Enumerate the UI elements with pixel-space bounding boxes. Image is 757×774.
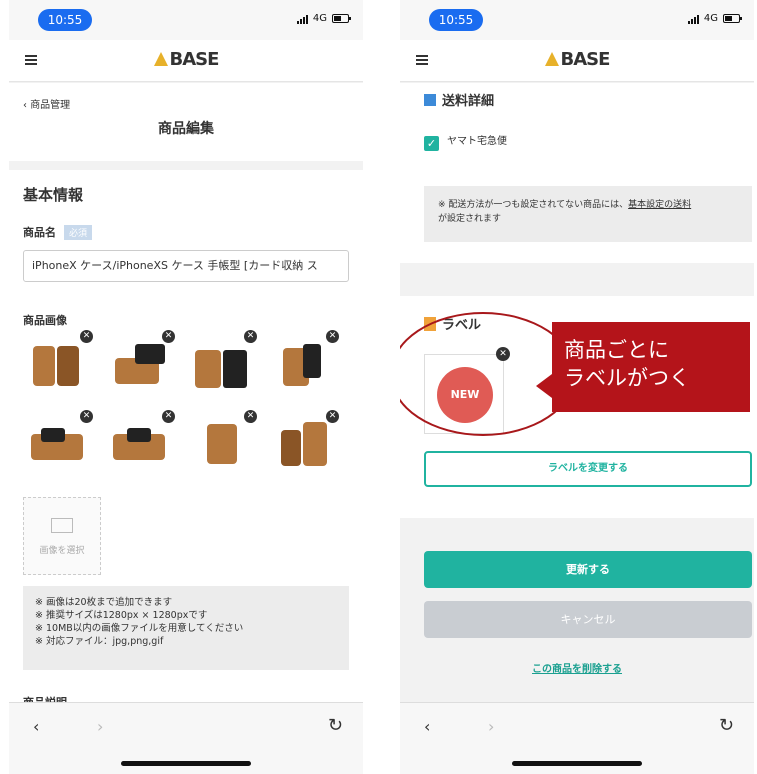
- product-thumbnail[interactable]: ✕: [185, 410, 257, 476]
- status-bar: 10:55 4G: [400, 0, 754, 40]
- close-icon[interactable]: ✕: [80, 330, 93, 343]
- name-label: 商品名 必須: [23, 224, 93, 240]
- signal-indicator: 4G: [296, 13, 351, 24]
- image-icon: [51, 518, 73, 533]
- chevron-left-icon[interactable]: ‹: [424, 717, 430, 736]
- home-indicator[interactable]: [121, 761, 251, 766]
- browser-toolbar: ‹ › ↻: [400, 702, 754, 774]
- close-icon[interactable]: ✕: [244, 330, 257, 343]
- annotation-callout: 商品ごとに ラベルがつく: [536, 322, 750, 412]
- home-indicator[interactable]: [512, 761, 642, 766]
- network-type: 4G: [703, 13, 718, 24]
- checkmark-icon: ✓: [424, 136, 439, 151]
- product-thumbnail[interactable]: ✕: [21, 410, 93, 476]
- close-icon[interactable]: ✕: [244, 410, 257, 423]
- images-label: 商品画像: [23, 314, 67, 327]
- browser-toolbar: ‹ › ↻: [9, 702, 363, 774]
- product-name-input[interactable]: iPhoneX ケース/iPhoneXS ケース 手帳型 [カード収納 ス: [23, 250, 349, 282]
- status-time: 10:55: [429, 9, 483, 31]
- page-title: 商品編集: [158, 121, 214, 137]
- image-notes: ※ 画像は20枚まで追加できます ※ 推奨サイズは1280px × 1280px…: [23, 586, 349, 670]
- app-header: BASE: [9, 40, 363, 82]
- base-logo[interactable]: BASE: [9, 49, 363, 70]
- close-icon[interactable]: ✕: [80, 410, 93, 423]
- delete-product-link[interactable]: この商品を削除する: [400, 660, 754, 675]
- status-time: 10:55: [38, 9, 92, 31]
- close-icon[interactable]: ✕: [326, 330, 339, 343]
- yamato-checkbox[interactable]: ✓ ヤマト宅急便: [424, 132, 507, 151]
- battery-icon: [332, 14, 351, 23]
- phone-screen-left: 10:55 4G BASE ‹ 商品管理 商品編集 基本情報 商品名 必須 iPh…: [9, 0, 363, 774]
- breadcrumb[interactable]: ‹ 商品管理: [23, 96, 70, 111]
- product-thumbnail[interactable]: ✕: [185, 330, 257, 396]
- basic-shipping-link[interactable]: 基本設定の送料: [628, 200, 691, 210]
- status-bar: 10:55 4G: [9, 0, 363, 40]
- product-thumbnail[interactable]: ✕: [267, 330, 339, 396]
- product-thumbnail[interactable]: ✕: [21, 330, 93, 396]
- select-image-button[interactable]: 画像を選択: [23, 497, 101, 575]
- required-badge: 必須: [64, 225, 93, 240]
- product-thumbnail[interactable]: ✕: [103, 330, 175, 396]
- signal-bars-icon: [296, 14, 308, 24]
- chevron-right-icon[interactable]: ›: [488, 717, 494, 736]
- close-icon[interactable]: ✕: [162, 330, 175, 343]
- product-thumbnail[interactable]: ✕: [267, 410, 339, 476]
- signal-indicator: 4G: [687, 13, 742, 24]
- chevron-left-icon[interactable]: ‹: [33, 717, 39, 736]
- reload-icon[interactable]: ↻: [719, 715, 734, 736]
- section-heading-basic: 基本情報: [23, 186, 84, 204]
- update-button[interactable]: 更新する: [424, 551, 752, 588]
- phone-screen-right: 10:55 4G BASE 送料詳細 ✓ ヤマト宅急便 ※ 配送方法が一つも設定さ…: [400, 0, 754, 774]
- change-label-button[interactable]: ラベルを変更する: [424, 451, 752, 487]
- chevron-right-icon[interactable]: ›: [97, 717, 103, 736]
- shipping-note: ※ 配送方法が一つも設定されてない商品には、基本設定の送料 が設定されます: [424, 186, 752, 242]
- product-thumbnail[interactable]: ✕: [103, 410, 175, 476]
- reload-icon[interactable]: ↻: [328, 715, 343, 736]
- shipping-icon: [424, 94, 436, 106]
- app-header: BASE: [400, 40, 754, 82]
- cancel-button[interactable]: キャンセル: [424, 601, 752, 638]
- close-icon[interactable]: ✕: [162, 410, 175, 423]
- close-icon[interactable]: ✕: [326, 410, 339, 423]
- network-type: 4G: [312, 13, 327, 24]
- battery-icon: [723, 14, 742, 23]
- signal-bars-icon: [687, 14, 699, 24]
- base-logo[interactable]: BASE: [400, 49, 754, 70]
- description-label: 商品説明: [23, 694, 67, 702]
- shipping-title: 送料詳細: [424, 90, 494, 109]
